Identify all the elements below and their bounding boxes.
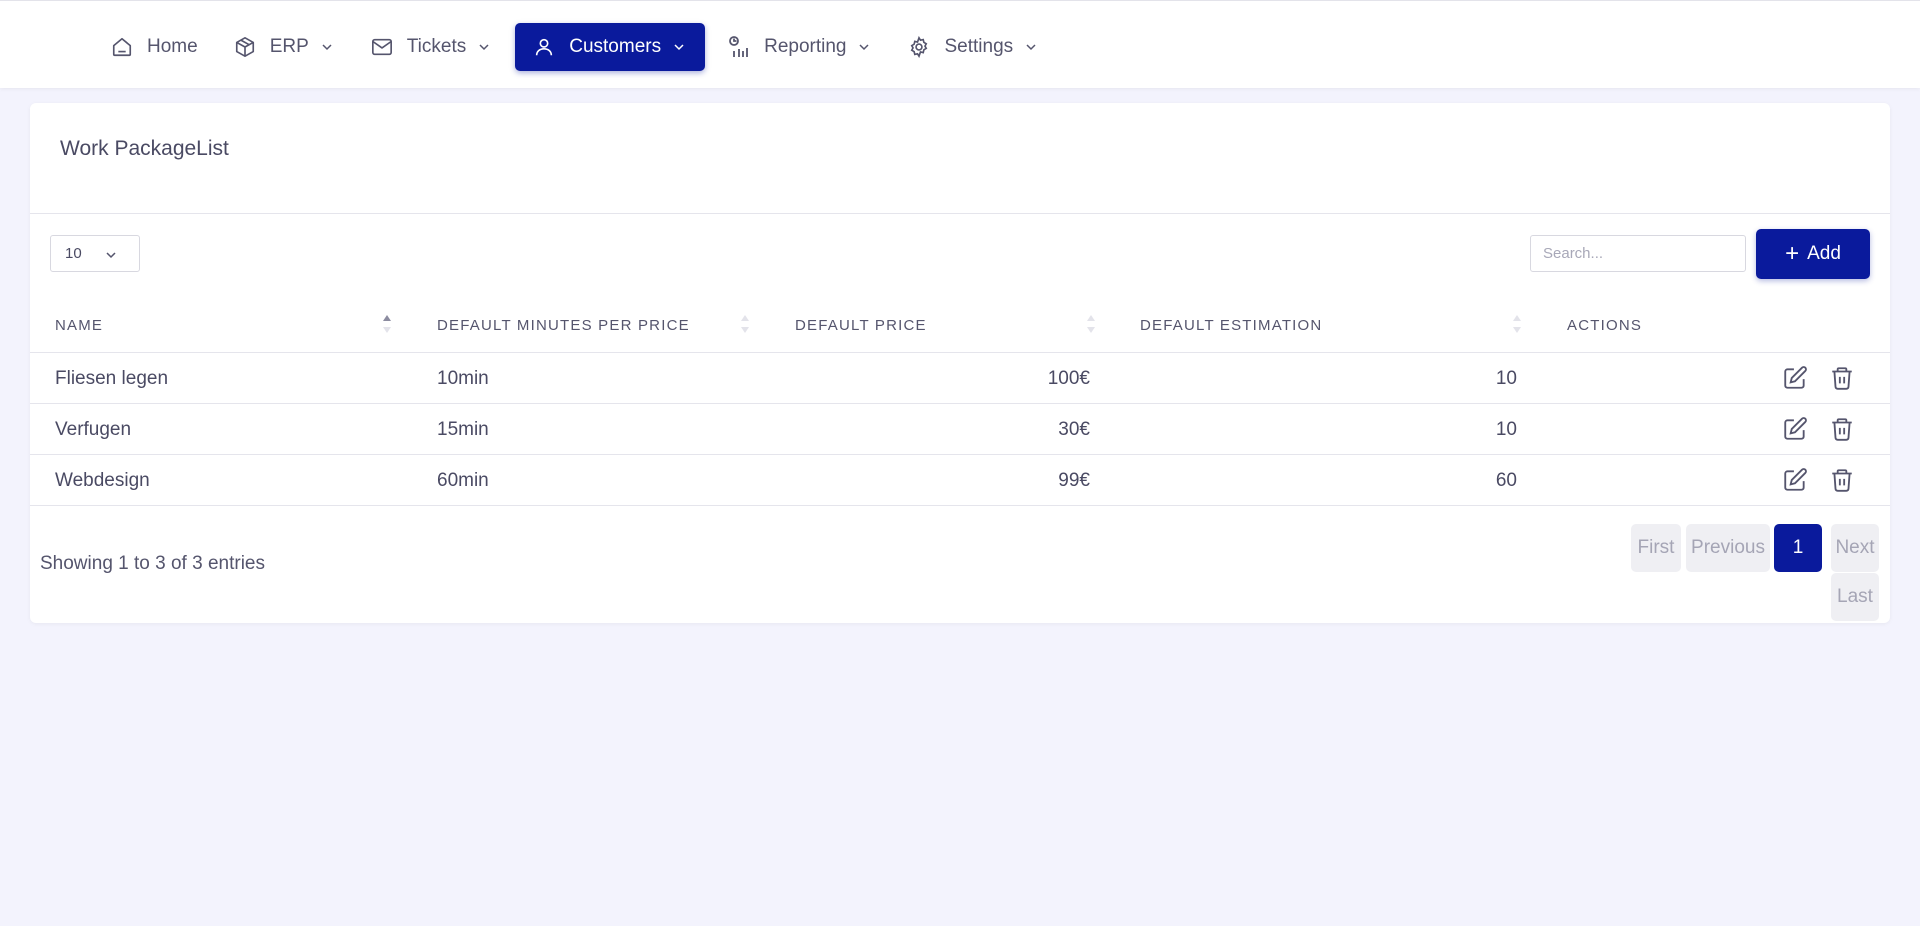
cell-name: Verfugen <box>55 419 132 440</box>
cell-estimation: 10 <box>1495 419 1517 440</box>
edit-icon[interactable] <box>1782 467 1808 493</box>
page-length-select[interactable]: 10 <box>50 235 140 272</box>
cell-minutes: 15min <box>437 419 489 440</box>
add-button[interactable]: + Add <box>1756 229 1870 279</box>
trash-icon[interactable] <box>1829 365 1855 391</box>
cell-minutes: 10min <box>437 368 489 389</box>
column-header-estimation[interactable]: DEFAULT ESTIMATION <box>1140 317 1322 334</box>
sort-icon[interactable] <box>1512 312 1522 336</box>
table-header: NAME DEFAULT MINUTES PER PRICE DEFAULT P… <box>30 298 1890 353</box>
sort-asc-icon[interactable] <box>382 312 392 336</box>
nav-item-tickets-label: Tickets <box>406 36 467 57</box>
cell-name: Webdesign <box>55 470 150 491</box>
plus-icon: + <box>1785 240 1800 267</box>
page-title: Work PackageList <box>60 137 229 160</box>
work-package-card: Work PackageList 10 + Add NAME DEFAULT M… <box>30 103 1890 623</box>
cell-name: Fliesen legen <box>55 368 169 389</box>
nav-item-settings[interactable]: Settings <box>895 23 1052 71</box>
nav-item-customers-label: Customers <box>569 36 662 57</box>
table-info: Showing 1 to 3 of 3 entries <box>40 553 265 574</box>
cell-price: 30€ <box>1058 419 1090 440</box>
trash-icon[interactable] <box>1829 416 1855 442</box>
main-nav: Home ERP Tickets Customers Reporting Set… <box>98 23 1062 71</box>
table-row: Verfugen 15min 30€ 10 <box>30 404 1890 455</box>
cell-minutes: 60min <box>437 470 489 491</box>
table-row: Fliesen legen 10min 100€ 10 <box>30 353 1890 404</box>
column-header-price[interactable]: DEFAULT PRICE <box>795 317 927 334</box>
edit-icon[interactable] <box>1782 365 1808 391</box>
nav-item-home-label: Home <box>147 36 198 57</box>
chart-icon <box>728 35 752 59</box>
mail-icon <box>371 35 395 59</box>
chevron-down-icon <box>105 248 117 260</box>
pagination-first[interactable]: First <box>1631 524 1681 572</box>
sort-icon[interactable] <box>1086 312 1096 336</box>
edit-icon[interactable] <box>1782 416 1808 442</box>
column-header-actions: ACTIONS <box>1567 317 1643 334</box>
cell-estimation: 60 <box>1495 470 1517 491</box>
pagination-next[interactable]: Next <box>1831 524 1879 572</box>
cell-estimation: 10 <box>1495 368 1517 389</box>
nav-item-tickets[interactable]: Tickets <box>358 23 505 71</box>
page-length-value: 10 <box>65 245 82 262</box>
home-icon <box>111 35 135 59</box>
chevron-down-icon <box>858 40 872 54</box>
nav-item-home[interactable]: Home <box>98 23 211 71</box>
table-row: Webdesign 60min 99€ 60 <box>30 455 1890 506</box>
box-icon <box>234 35 258 59</box>
top-navbar: Home ERP Tickets Customers Reporting Set… <box>0 0 1920 88</box>
column-header-name[interactable]: NAME <box>55 317 103 334</box>
add-button-label: Add <box>1807 243 1841 264</box>
nav-item-reporting[interactable]: Reporting <box>715 23 885 71</box>
divider <box>30 213 1890 214</box>
nav-item-erp-label: ERP <box>269 36 309 57</box>
pagination-page-1[interactable]: 1 <box>1774 524 1822 572</box>
search-input[interactable] <box>1530 235 1746 272</box>
cell-price: 99€ <box>1058 470 1090 491</box>
nav-item-erp[interactable]: ERP <box>221 23 348 71</box>
cell-price: 100€ <box>1047 368 1090 389</box>
chevron-down-icon <box>478 40 492 54</box>
gear-icon <box>908 35 932 59</box>
sort-icon[interactable] <box>740 312 750 336</box>
pagination-last[interactable]: Last <box>1831 573 1879 621</box>
nav-item-customers[interactable]: Customers <box>515 23 706 71</box>
chevron-down-icon <box>673 40 687 54</box>
user-icon <box>533 35 557 59</box>
trash-icon[interactable] <box>1829 467 1855 493</box>
pagination-previous[interactable]: Previous <box>1686 524 1770 572</box>
nav-item-reporting-label: Reporting <box>764 36 847 57</box>
chevron-down-icon <box>321 40 335 54</box>
chevron-down-icon <box>1025 40 1039 54</box>
column-header-minutes[interactable]: DEFAULT MINUTES PER PRICE <box>437 317 690 334</box>
nav-item-settings-label: Settings <box>944 36 1014 57</box>
